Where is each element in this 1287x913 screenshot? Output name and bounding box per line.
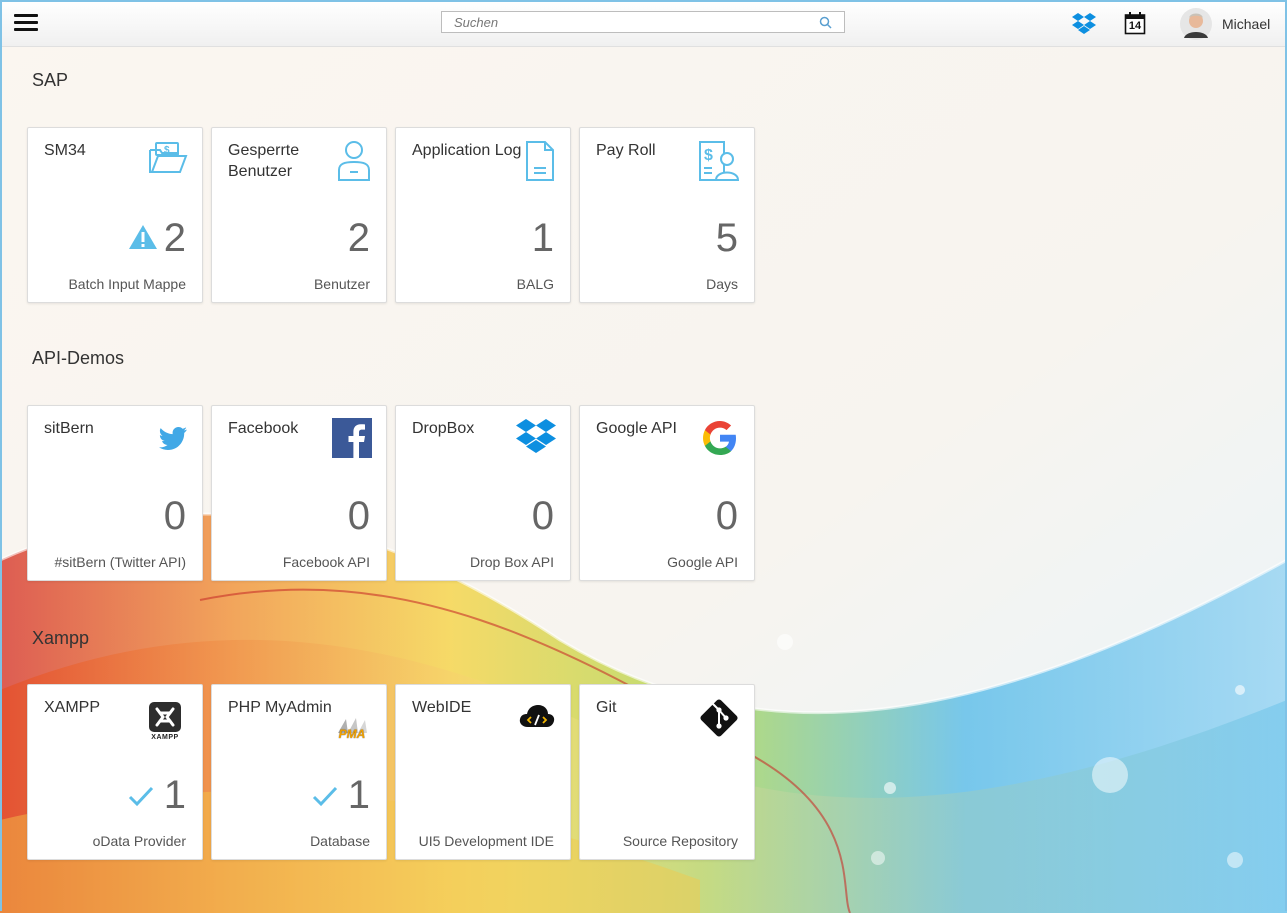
- group-title-xampp: Xampp: [32, 628, 90, 648]
- tile-footer: Days: [706, 276, 738, 292]
- svg-text:$: $: [704, 147, 713, 164]
- google-icon: [696, 418, 740, 462]
- tile-sm34[interactable]: SM34 $ 2 Batch Input Mappe: [27, 127, 203, 303]
- tile-xampp[interactable]: XAMPP XAMPP 1 oData Provider: [27, 684, 203, 860]
- cloud-code-icon: [512, 697, 556, 741]
- group-title-sap: SAP: [32, 70, 69, 90]
- document-icon: [512, 140, 556, 184]
- tile-title: Git: [596, 699, 617, 716]
- xampp-logo-text: XAMPP: [151, 734, 179, 741]
- tile-footer: Database: [310, 833, 370, 849]
- dropbox-icon: [512, 418, 556, 462]
- avatar: [1180, 8, 1212, 40]
- tile-title: Facebook: [228, 420, 299, 437]
- tile-footer: Batch Input Mappe: [68, 276, 186, 292]
- tile-title: WebIDE: [412, 699, 472, 716]
- hamburger-icon[interactable]: [14, 14, 38, 34]
- tile-number: 1: [347, 773, 370, 817]
- tile-number: 0: [347, 494, 370, 538]
- search-input[interactable]: [442, 12, 814, 32]
- tile-number: 0: [715, 494, 738, 538]
- tile-pay-roll[interactable]: Pay Roll $ 5 Days: [579, 127, 755, 303]
- tile-footer: oData Provider: [92, 833, 186, 849]
- tile-google-api[interactable]: Google API 0 Google API: [579, 405, 755, 581]
- tile-title: PHP MyAdmin: [228, 699, 332, 716]
- tile-title: sitBern: [44, 420, 94, 437]
- phpmyadmin-logo-icon: PMA: [332, 697, 372, 741]
- tile-facebook[interactable]: Facebook 0 Facebook API: [211, 405, 387, 581]
- tile-footer: Facebook API: [282, 554, 370, 570]
- search-icon[interactable]: [819, 16, 832, 29]
- tile-title: Google API: [596, 420, 677, 437]
- money-folder-icon: $: [144, 140, 188, 184]
- tile-number: 5: [715, 216, 738, 260]
- svg-text:$: $: [164, 145, 170, 156]
- shell-header: 14 Michael: [2, 2, 1285, 47]
- locked-user-icon: [328, 140, 372, 184]
- tile-title: XAMPP: [44, 699, 101, 716]
- search-field[interactable]: [441, 11, 845, 33]
- payroll-icon: $: [696, 140, 740, 184]
- tile-title: Pay Roll: [596, 142, 656, 159]
- tile-title: DropBox: [412, 420, 475, 437]
- tile-number: 1: [531, 216, 554, 260]
- tile-title: SM34: [44, 142, 86, 159]
- tile-footer: BALG: [516, 276, 554, 292]
- tile-php-myadmin[interactable]: PHP MyAdmin PMA 1 Database: [211, 684, 387, 860]
- user-name: Michael: [1222, 16, 1271, 32]
- tile-sitbern[interactable]: sitBern 0 #sitBern (Twitter API): [27, 405, 203, 581]
- tile-footer: Google API: [667, 554, 738, 570]
- check-icon: [128, 786, 154, 807]
- tile-dropbox[interactable]: DropBox 0 Drop Box API: [395, 405, 571, 581]
- tile-gesperrte-benutzer[interactable]: Gesperrte Benutzer 2 Benutzer: [211, 127, 387, 303]
- tile-footer: #sitBern (Twitter API): [54, 554, 186, 570]
- phpmyadmin-logo-text: PMA: [338, 727, 366, 741]
- tile-title: Application Log: [412, 142, 522, 159]
- tile-number: 2: [163, 216, 186, 260]
- check-icon: [312, 786, 338, 807]
- tile-number: 1: [163, 773, 186, 817]
- twitter-icon: [144, 418, 188, 462]
- dropbox-icon[interactable]: [1072, 12, 1096, 34]
- tile-footer: Source Repository: [622, 833, 738, 849]
- tile-number: 0: [531, 494, 554, 538]
- tile-webide[interactable]: WebIDE UI5 Development IDE: [395, 684, 571, 860]
- warning-icon: [129, 225, 157, 249]
- xampp-logo-icon: XAMPP: [148, 697, 182, 741]
- tile-title: Gesperrte Benutzer: [228, 142, 300, 180]
- facebook-icon: [328, 418, 372, 462]
- git-icon: [696, 697, 740, 741]
- calendar-icon[interactable]: 14: [1124, 11, 1146, 35]
- tile-git[interactable]: Git Source Repository: [579, 684, 755, 860]
- tile-number: 0: [163, 494, 186, 538]
- tile-footer: Drop Box API: [469, 554, 554, 570]
- calendar-day: 14: [1128, 20, 1142, 32]
- tile-application-log[interactable]: Application Log 1 BALG: [395, 127, 571, 303]
- tile-number: 2: [347, 216, 370, 260]
- group-title-api-demos: API-Demos: [32, 348, 125, 368]
- tile-footer: UI5 Development IDE: [418, 833, 554, 849]
- tile-footer: Benutzer: [313, 276, 370, 292]
